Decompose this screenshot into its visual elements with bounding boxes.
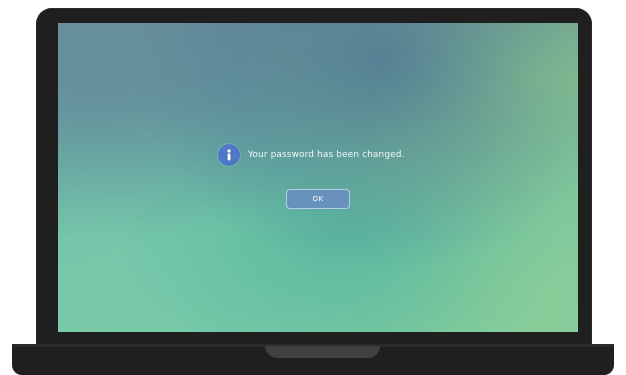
screen: Your password has been changed. OK xyxy=(58,23,578,332)
info-icon xyxy=(218,144,240,166)
laptop-notch xyxy=(265,346,380,358)
ok-button[interactable]: OK xyxy=(286,189,350,209)
dialog-message-row: Your password has been changed. xyxy=(218,143,458,167)
laptop-frame: Your password has been changed. OK xyxy=(0,0,626,375)
dialog-message: Your password has been changed. xyxy=(248,149,405,160)
info-icon-glyph xyxy=(227,149,231,161)
